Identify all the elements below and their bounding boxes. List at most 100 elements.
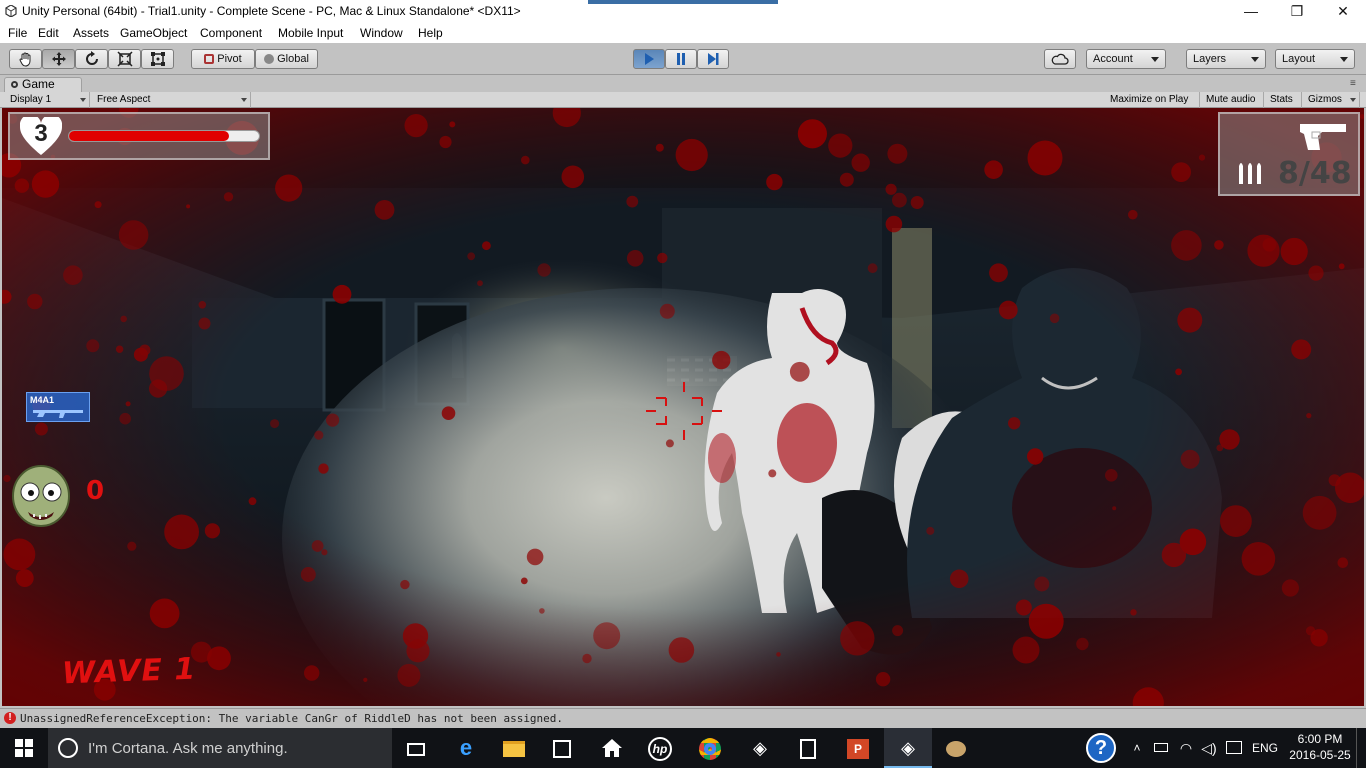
tab-row xyxy=(0,76,1366,92)
move-tool-button[interactable] xyxy=(42,49,75,69)
menu-component[interactable]: Component xyxy=(200,26,262,40)
menu-help[interactable]: Help xyxy=(418,26,443,40)
cortana-search-box[interactable]: I'm Cortana. Ask me anything. xyxy=(48,728,392,768)
minimize-button[interactable]: — xyxy=(1228,0,1274,23)
account-dropdown[interactable]: Account xyxy=(1086,49,1166,69)
close-button[interactable]: ✕ xyxy=(1320,0,1366,23)
rotate-tool-button[interactable] xyxy=(75,49,108,69)
play-button[interactable] xyxy=(633,49,665,69)
pause-icon xyxy=(677,53,685,66)
layout-dropdown[interactable]: Layout xyxy=(1275,49,1355,69)
rect-transform-icon xyxy=(150,52,165,67)
global-toggle[interactable]: Global xyxy=(255,49,318,69)
console-error-message[interactable]: UnassignedReferenceException: The variab… xyxy=(20,712,563,725)
tab-options-icon[interactable]: ≡ xyxy=(1350,78,1362,90)
weapon-badge: M4A1 xyxy=(26,392,90,422)
unity-icon: ◈ xyxy=(901,738,915,758)
edge-app[interactable]: e xyxy=(442,728,490,768)
wifi-tray[interactable]: ◠ xyxy=(1174,728,1198,768)
game-view-toolbar: Display 1 Free Aspect Maximize on Play M… xyxy=(0,92,1366,108)
gizmos-dropdown[interactable]: Gizmos xyxy=(1302,92,1360,108)
show-desktop-button[interactable] xyxy=(1356,728,1366,768)
rotate-icon xyxy=(85,51,98,66)
console-status-bar[interactable]: ! UnassignedReferenceException: The vari… xyxy=(0,708,1366,728)
pivot-label: Pivot xyxy=(217,53,242,65)
game-viewport[interactable]: 3 8/48 M4A1 0 WAVE 1 xyxy=(2,108,1364,706)
unity-app-1[interactable]: ◈ xyxy=(736,728,784,768)
paint-palette-icon xyxy=(946,741,966,758)
global-label: Global xyxy=(277,53,309,65)
menu-assets[interactable]: Assets xyxy=(73,26,109,40)
stats-toggle[interactable]: Stats xyxy=(1264,92,1302,108)
battery-tray[interactable] xyxy=(1150,728,1172,768)
zombie-head-icon xyxy=(12,465,70,527)
windows-logo-icon xyxy=(15,739,33,757)
menu-mobile-input[interactable]: Mobile Input xyxy=(278,26,343,40)
action-center-button[interactable] xyxy=(1222,728,1246,768)
powerpoint-app[interactable]: P xyxy=(834,728,882,768)
aspect-dropdown[interactable]: Free Aspect xyxy=(91,92,251,108)
paint-app[interactable] xyxy=(932,728,980,768)
health-panel: 3 xyxy=(8,112,270,160)
calculator-icon xyxy=(800,739,816,760)
menu-gameobject[interactable]: GameObject xyxy=(120,26,187,40)
hand-tool-button[interactable] xyxy=(9,49,42,69)
menu-bar: File Edit Assets GameObject Component Mo… xyxy=(0,23,1366,43)
store-bag-icon xyxy=(553,740,571,759)
help-icon: ? xyxy=(1086,733,1116,763)
chevron-up-icon: ˄ xyxy=(1133,741,1141,755)
input-language[interactable]: ENG xyxy=(1250,728,1280,768)
mute-audio-toggle[interactable]: Mute audio xyxy=(1200,92,1264,108)
powerpoint-icon: P xyxy=(847,739,869,760)
calculator-app[interactable] xyxy=(784,728,832,768)
scale-tool-button[interactable] xyxy=(108,49,141,69)
ammo-panel: 8/48 xyxy=(1218,112,1360,196)
wifi-icon: ◠ xyxy=(1179,740,1193,756)
folder-icon xyxy=(503,741,525,758)
cloud-button[interactable] xyxy=(1044,49,1076,69)
health-bar-track xyxy=(68,130,260,142)
kill-count: 0 xyxy=(86,476,105,506)
menu-edit[interactable]: Edit xyxy=(38,26,59,40)
edge-icon: e xyxy=(459,735,473,760)
home-app[interactable] xyxy=(588,728,636,768)
rifle-icon xyxy=(33,410,83,418)
wave-label: WAVE 1 xyxy=(61,651,197,692)
tab-game[interactable]: Game xyxy=(4,77,82,92)
pivot-toggle[interactable]: Pivot xyxy=(191,49,255,69)
ammo-count: 8/48 xyxy=(1278,156,1352,191)
task-view-button[interactable] xyxy=(392,728,440,768)
store-app[interactable] xyxy=(538,728,586,768)
window-titlebar: Unity Personal (64bit) - Trial1.unity - … xyxy=(0,0,1366,23)
move-arrows-icon xyxy=(51,52,66,67)
hp-app[interactable]: hp xyxy=(636,728,684,768)
health-bar-fill xyxy=(69,131,229,141)
lives-count: 3 xyxy=(34,120,48,147)
game-view-icon xyxy=(11,81,18,88)
clock[interactable]: 6:00 PM 2016-05-25 xyxy=(1288,728,1352,768)
main-toolbar: Pivot Global Account Layers Layout xyxy=(0,43,1366,75)
cortana-icon xyxy=(58,738,78,758)
notification-icon xyxy=(1226,741,1242,754)
start-button[interactable] xyxy=(0,728,48,768)
scale-icon xyxy=(116,51,133,67)
step-icon xyxy=(708,53,719,66)
rect-tool-button[interactable] xyxy=(141,49,174,69)
volume-tray[interactable]: ◁) xyxy=(1198,728,1220,768)
show-hidden-icons-button[interactable]: ˄ xyxy=(1128,728,1146,768)
maximize-button[interactable]: ❐ xyxy=(1274,0,1320,23)
unity-app-2[interactable]: ◈ xyxy=(884,728,932,768)
help-tray-button[interactable]: ? xyxy=(1084,728,1120,768)
unity-logo-icon xyxy=(5,5,17,17)
layers-dropdown[interactable]: Layers xyxy=(1186,49,1266,69)
menu-window[interactable]: Window xyxy=(360,26,403,40)
cortana-placeholder: I'm Cortana. Ask me anything. xyxy=(88,740,288,757)
display-dropdown[interactable]: Display 1 xyxy=(4,92,90,108)
file-explorer-app[interactable] xyxy=(490,728,538,768)
menu-file[interactable]: File xyxy=(8,26,27,40)
chrome-app[interactable] xyxy=(686,728,734,768)
maximize-on-play-toggle[interactable]: Maximize on Play xyxy=(1104,92,1200,108)
window-title: Unity Personal (64bit) - Trial1.unity - … xyxy=(22,4,521,18)
pause-button[interactable] xyxy=(665,49,697,69)
step-button[interactable] xyxy=(697,49,729,69)
